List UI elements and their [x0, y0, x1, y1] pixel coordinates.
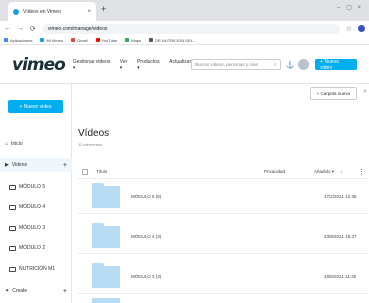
bookmark-item[interactable]: DR NUTRICION DEL... [149, 38, 196, 43]
row-date: 23/8/2021 16:37 [324, 234, 357, 239]
folder-thumbnail-icon [92, 182, 120, 208]
table-row[interactable]: MÓDULO 5 (5) 17/2/2021 12:36 [78, 180, 368, 214]
bookmark-label: YouTube [101, 37, 118, 43]
tab-title: Vídeos en Vimeo [23, 8, 61, 15]
create-icon: ✦ [5, 288, 10, 294]
content-search-icon[interactable]: ⌕ [363, 88, 367, 96]
sidebar-item-videos[interactable]: ▶ Videos + [0, 158, 72, 172]
table-row[interactable]: MÓDULO 3 (3) 18/8/2021 11:25 [78, 260, 368, 294]
notifications-bell-icon[interactable]: ⚓ [286, 61, 295, 69]
folder-thumbnail-icon [92, 262, 120, 288]
row-name[interactable]: MÓDULO 5 (5) [131, 194, 324, 199]
new-video-header-button[interactable]: + Nuevo video [315, 59, 357, 71]
nav-manage-videos[interactable]: Gestionar videos ▾ [73, 59, 114, 71]
new-tab-button[interactable]: + [101, 4, 106, 14]
sidebar-item-create[interactable]: ✦ Create + [0, 284, 72, 298]
bookmark-item[interactable]: Gmail [71, 37, 88, 43]
bookmark-item[interactable]: Mi Vimeo [40, 38, 63, 43]
table-row[interactable]: MÓDULO 4 (3) 23/8/2021 16:37 [78, 220, 368, 254]
sidebar-item-modulo-2[interactable]: MÓDULO 2 [0, 241, 72, 255]
column-menu-icon[interactable]: ⋮ [358, 168, 368, 176]
folder-icon [9, 266, 16, 272]
create-add-icon[interactable]: + [63, 288, 67, 295]
sidebar-item-home[interactable]: ⌂ Inicio [0, 137, 72, 151]
vimeo-header: vimeo Gestionar videos ▾ Ver ▾ Productos… [0, 46, 369, 84]
sidebar-item-nutricion-m1[interactable]: NUTRICIÓN M1 [0, 262, 72, 276]
column-date[interactable]: Añadido ▾ [314, 169, 340, 175]
bookmark-label: Maps [131, 37, 142, 43]
bookmark-favicon-icon [71, 38, 76, 42]
sidebar-item-label: MÓDULO 3 [19, 225, 46, 231]
add-folder-icon[interactable]: + [63, 162, 67, 169]
row-name[interactable]: MÓDULO 4 (3) [131, 234, 324, 239]
bookmark-item[interactable]: Aplicaciones [4, 38, 32, 43]
sidebar-item-label: MÓDULO 4 [19, 204, 46, 210]
bookmark-label: Gmail [77, 37, 88, 43]
folder-thumbnail-icon [92, 222, 120, 248]
sidebar-item-modulo-4[interactable]: MÓDULO 4 [0, 200, 72, 214]
nav-upgrade[interactable]: Actualizar [169, 59, 191, 71]
address-bar-row: ← → ⟳ vimeo.com/manage/videos ☆ [0, 21, 369, 36]
table-header: Título Privacidad Añadido ▾ ↓ ⋮ [78, 165, 368, 179]
search-placeholder: Buscar vídeos, personas y más [195, 62, 258, 67]
search-icon[interactable]: ⌕ [274, 62, 277, 67]
url-text: vimeo.com/manage/videos [47, 25, 108, 32]
bookmark-favicon-icon [4, 38, 8, 42]
header-search-input[interactable]: Buscar vídeos, personas y más ⌕ [191, 59, 281, 70]
folder-icon [9, 225, 16, 231]
sidebar-item-modulo-5[interactable]: MÓDULO 5 [0, 180, 72, 194]
row-date: 17/2/2021 12:36 [324, 194, 357, 199]
page-title: Vídeos [78, 128, 110, 139]
sort-arrow-icon[interactable]: ↓ [340, 169, 358, 174]
select-all-checkbox[interactable] [82, 168, 88, 175]
folder-icon [9, 204, 16, 210]
column-privacy[interactable]: Privacidad [264, 169, 314, 174]
row-date: 18/8/2021 11:25 [324, 274, 357, 279]
url-field[interactable]: vimeo.com/manage/videos [41, 23, 340, 34]
vimeo-logo[interactable]: vimeo [12, 55, 66, 75]
new-folder-button[interactable]: + Carpeta nueva [309, 87, 357, 100]
bookmarks-bar: Aplicaciones Mi Vimeo Gmail YouTube Maps DR N… [0, 36, 369, 45]
header-nav: Gestionar videos ▾ Ver ▾ Productos ▾ Act… [73, 59, 191, 71]
sidebar-item-label: Videos [11, 162, 28, 168]
folder-thumbnail-icon [92, 298, 120, 303]
bookmark-favicon-icon [149, 38, 154, 42]
sidebar-item-label: MÓDULO 5 [19, 184, 46, 190]
back-icon[interactable]: ← [4, 25, 11, 32]
sidebar-item-label: Inicio [11, 141, 23, 147]
sidebar-item-label: Create [12, 288, 28, 294]
sidebar-item-label: MÓDULO 2 [19, 245, 46, 251]
bookmark-label: DR NUTRICION DEL... [155, 37, 197, 43]
bookmark-item[interactable]: Maps [125, 38, 141, 43]
sidebar-item-label: NUTRICIÓN M1 [19, 266, 56, 272]
bookmark-favicon-icon [125, 38, 130, 42]
bookmark-item[interactable]: YouTube [95, 37, 118, 43]
browser-tab[interactable]: Vídeos en Vimeo × [8, 2, 96, 21]
forward-icon[interactable]: → [17, 25, 24, 32]
videos-icon: ▶ [5, 162, 9, 168]
folder-icon [9, 184, 16, 190]
home-icon: ⌂ [5, 141, 9, 147]
row-name[interactable]: MÓDULO 3 (3) [131, 274, 324, 279]
user-avatar[interactable] [298, 59, 310, 70]
column-title[interactable]: Título [96, 169, 264, 174]
bookmark-favicon-icon [40, 38, 45, 42]
bookmark-label: Mi Vimeo [46, 37, 64, 43]
bookmark-favicon-icon [95, 38, 100, 42]
folder-icon [9, 245, 16, 251]
sidebar-item-modulo-3[interactable]: MÓDULO 3 [0, 221, 72, 235]
reload-icon[interactable]: ⟳ [30, 25, 36, 33]
nav-products[interactable]: Productos ▾ [137, 59, 163, 71]
vimeo-favicon-icon [13, 8, 19, 15]
star-icon[interactable]: ☆ [346, 25, 352, 33]
window-controls[interactable]: – ▢ × [337, 4, 363, 11]
profile-avatar-icon[interactable] [358, 25, 365, 32]
item-count: 12 elementos [78, 142, 103, 147]
sidebar-new-video-button[interactable]: + Nuevo video [8, 100, 63, 113]
browser-tabstrip: Vídeos en Vimeo × + – ▢ × [0, 0, 369, 21]
bookmark-label: Aplicaciones [10, 37, 33, 43]
tab-close-icon[interactable]: × [87, 9, 91, 15]
nav-watch[interactable]: Ver ▾ [120, 59, 131, 71]
